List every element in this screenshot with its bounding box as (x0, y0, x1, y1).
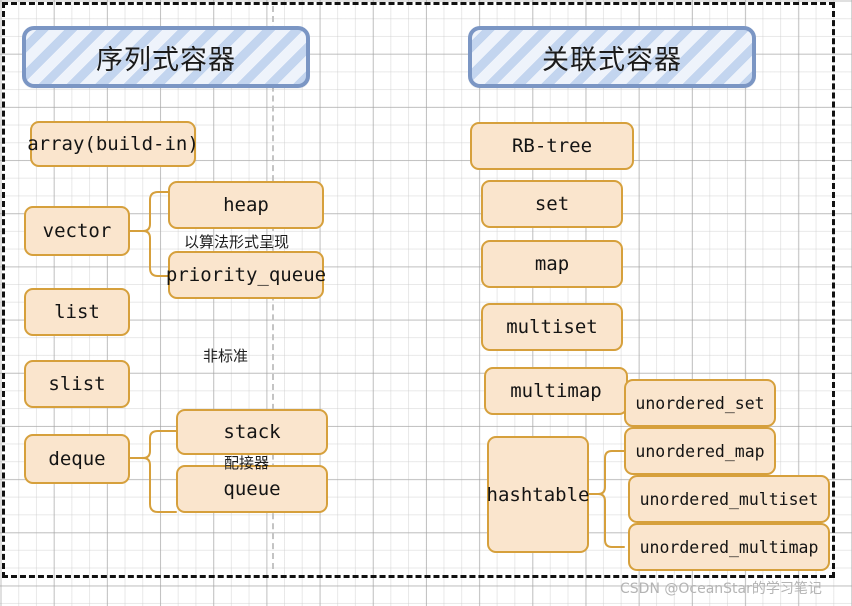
connector-vector-heap (129, 191, 169, 232)
diagram-canvas: 序列式容器 关联式容器 array(build-in) vector heap … (0, 0, 852, 606)
node-label: multiset (506, 316, 598, 338)
node-label: stack (223, 421, 281, 443)
annotation-algorithm-form: 以算法形式呈现 (184, 233, 290, 251)
node-stack[interactable]: stack (176, 409, 328, 455)
connector-vector-priority-queue (129, 230, 169, 277)
node-label: queue (223, 478, 281, 500)
header-associative-containers-label: 关联式容器 (542, 44, 682, 76)
node-array-build-in[interactable]: array(build-in) (27, 121, 199, 167)
annotation-adapter: 配接器 (224, 454, 270, 472)
node-label: RB-tree (511, 135, 593, 157)
node-unordered-multiset[interactable]: unordered_multiset (628, 475, 830, 523)
node-rb-tree[interactable]: RB-tree (470, 122, 634, 170)
node-multimap[interactable]: multimap (484, 367, 628, 415)
node-list[interactable]: list (24, 288, 130, 336)
node-unordered-multimap[interactable]: unordered_multimap (628, 523, 830, 571)
node-label: set (534, 193, 570, 215)
node-label: hashtable (486, 483, 590, 506)
node-label: priority_queue (165, 264, 327, 286)
node-label: multimap (510, 380, 602, 402)
connector-deque-queue (129, 457, 177, 513)
connector-hashtable-unordered-map (587, 450, 625, 495)
node-label: unordered_multimap (639, 537, 819, 557)
node-priority-queue[interactable]: priority_queue (165, 251, 327, 299)
node-vector[interactable]: vector (24, 206, 130, 256)
watermark: CSDN @OceanStar的学习笔记 (620, 581, 822, 597)
node-set[interactable]: set (481, 180, 623, 228)
node-deque[interactable]: deque (24, 434, 130, 484)
node-heap[interactable]: heap (168, 181, 324, 229)
annotation-non-standard: 非标准 (203, 347, 249, 365)
node-label: unordered_set (635, 393, 765, 413)
node-label: unordered_map (635, 441, 765, 461)
header-associative-containers: 关联式容器 (468, 26, 756, 88)
node-label: heap (223, 194, 269, 216)
node-multiset[interactable]: multiset (481, 303, 623, 351)
node-unordered-set[interactable]: unordered_set (624, 379, 776, 427)
node-label: list (54, 301, 100, 323)
node-label: vector (42, 220, 112, 242)
node-label: array(build-in) (27, 133, 199, 155)
node-map[interactable]: map (481, 240, 623, 288)
header-sequence-containers-label: 序列式容器 (96, 44, 236, 76)
node-label: unordered_multiset (639, 489, 819, 509)
connector-hashtable-unordered-multimap (587, 493, 625, 548)
node-label: map (534, 253, 570, 275)
node-unordered-map[interactable]: unordered_map (624, 427, 776, 475)
node-label: slist (48, 373, 106, 395)
node-label: deque (48, 448, 106, 470)
node-hashtable[interactable]: hashtable (487, 436, 589, 553)
connector-deque-stack (129, 430, 177, 459)
node-slist[interactable]: slist (24, 360, 130, 408)
header-sequence-containers: 序列式容器 (22, 26, 310, 88)
